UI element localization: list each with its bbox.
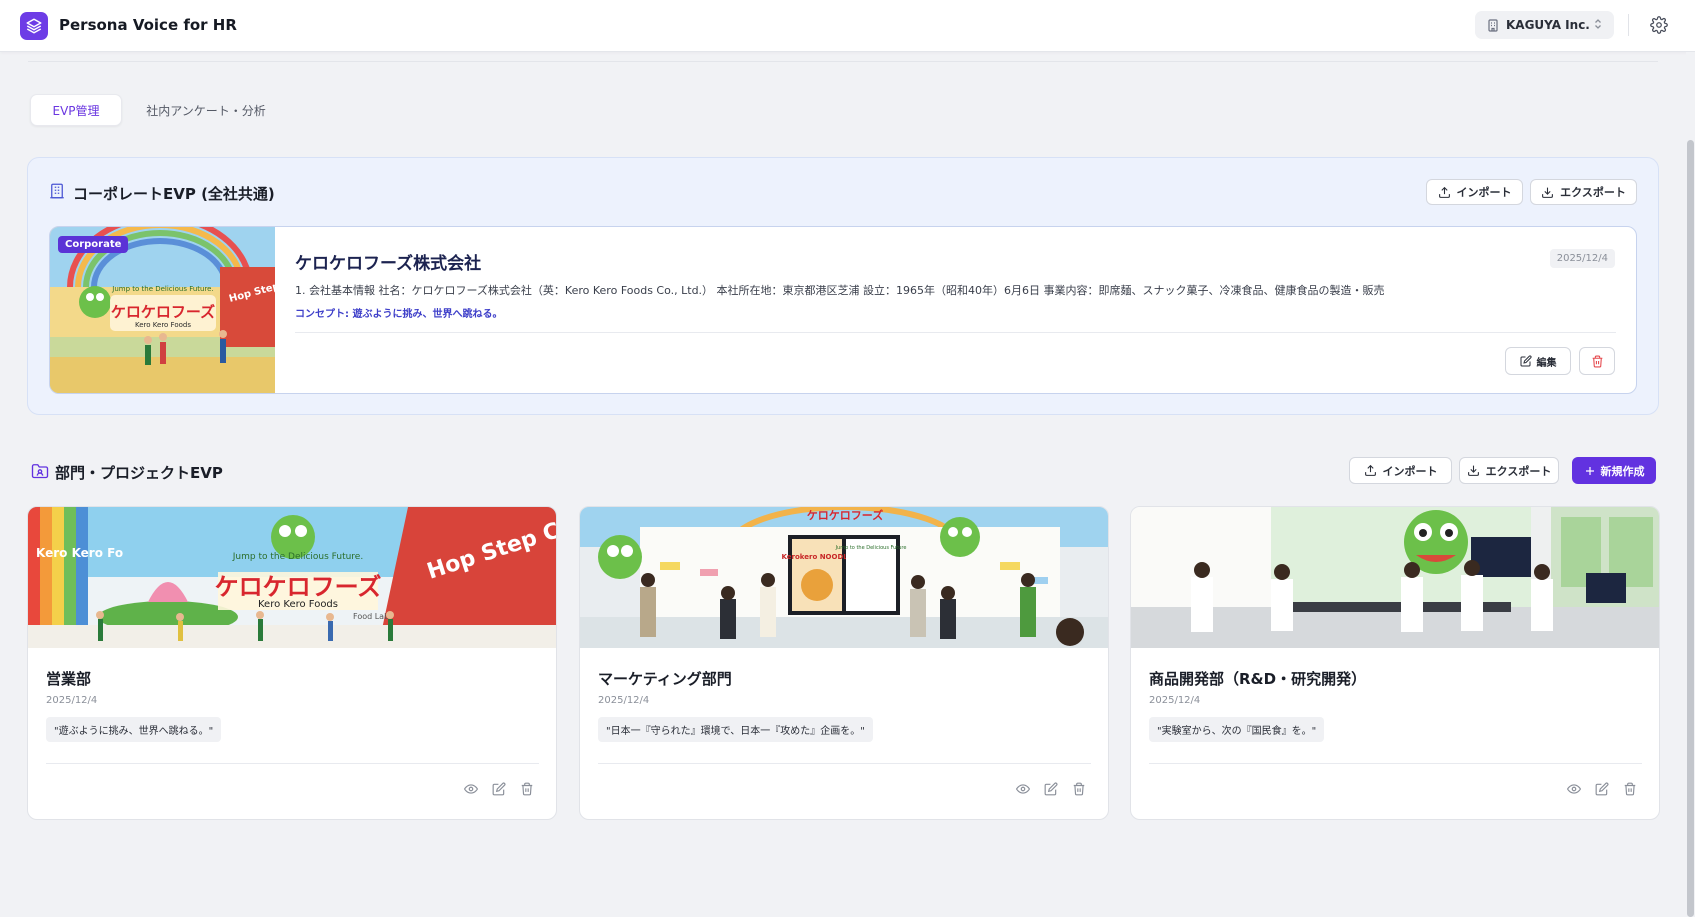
building-icon (1487, 18, 1499, 32)
department-export-label: エクスポート (1485, 464, 1552, 478)
corporate-date-badge: 2025/12/4 (1549, 249, 1615, 268)
department-date: 2025/12/4 (598, 695, 650, 706)
department-quote: "実験室から、次の『国民食』を。" (1149, 717, 1325, 742)
top-bar: Persona Voice for HR KAGUYA Inc. (0, 0, 1695, 52)
corporate-card-divider (295, 332, 1616, 333)
mkt-image-screen2: Jump to the Delicious Future (835, 545, 907, 551)
trash-icon[interactable] (1072, 782, 1086, 796)
download-icon (1467, 464, 1480, 477)
chevron-updown-icon (1594, 18, 1602, 30)
department-card-divider (1149, 763, 1642, 764)
corp-image-sign: ケロケロフーズ (111, 303, 215, 321)
edit-icon[interactable] (492, 782, 506, 796)
sales-image-tagline: Jump to the Delicious Future. (232, 552, 363, 562)
department-quote: "遊ぶように挑み、世界へ跳ねる。" (46, 717, 222, 742)
department-card-sales[interactable]: Kero Kero Fo Jump to the Delicious Futur… (27, 506, 557, 820)
department-export-button[interactable]: エクスポート (1459, 457, 1559, 484)
app-title: Persona Voice for HR (59, 16, 237, 34)
department-actions (464, 782, 534, 796)
building-icon (48, 182, 66, 200)
corporate-import-button[interactable]: インポート (1426, 179, 1523, 205)
corporate-export-label: エクスポート (1560, 186, 1626, 199)
corporate-evp-card[interactable]: Jump to the Delicious Future. ケロケロフーズ Ke… (49, 226, 1637, 394)
sales-image-lab: Food Lab (353, 612, 389, 621)
trash-icon (1591, 355, 1604, 368)
department-date: 2025/12/4 (46, 695, 98, 706)
corporate-delete-button[interactable] (1579, 347, 1615, 375)
upload-icon (1364, 464, 1377, 477)
content-divider (28, 61, 1658, 62)
corporate-badge: Corporate (58, 236, 129, 253)
app-logo-icon[interactable] (20, 12, 48, 40)
sales-image-sign: ケロケロフーズ (215, 573, 382, 601)
department-import-label: インポート (1382, 464, 1438, 478)
company-name: KAGUYA Inc. (1506, 18, 1590, 32)
trash-icon[interactable] (1623, 782, 1637, 796)
corporate-edit-button[interactable]: 編集 (1505, 347, 1571, 375)
department-evp-heading: 部門・プロジェクトEVP (55, 464, 223, 482)
edit-icon (1520, 355, 1532, 367)
scrollbar-thumb[interactable] (1687, 140, 1694, 917)
download-icon (1541, 186, 1554, 199)
department-card-divider (46, 763, 539, 764)
new-department-label: 新規作成 (1600, 464, 1645, 478)
department-actions (1567, 782, 1637, 796)
corporate-concept: コンセプト: 遊ぶように挑み、世界へ跳ねる。 (295, 309, 503, 320)
department-name: 商品開発部（R&D・研究開発） (1149, 670, 1367, 688)
department-date: 2025/12/4 (1149, 695, 1201, 706)
department-name: マーケティング部門 (598, 670, 732, 688)
department-card-rnd[interactable]: 商品開発部（R&D・研究開発） 2025/12/4 "実験室から、次の『国民食』… (1130, 506, 1660, 820)
department-name: 営業部 (46, 670, 92, 688)
department-image-marketing: Kerokero NOODLE Jump to the Delicious Fu… (580, 507, 1108, 648)
new-department-button[interactable]: 新規作成 (1572, 457, 1656, 484)
sales-image-left: Kero Kero Fo (36, 546, 123, 560)
company-selector[interactable]: KAGUYA Inc. (1475, 11, 1614, 39)
department-image-sales: Kero Kero Fo Jump to the Delicious Futur… (28, 507, 556, 648)
corporate-import-label: インポート (1456, 186, 1512, 199)
corporate-export-button[interactable]: エクスポート (1530, 179, 1637, 205)
plus-icon (1584, 465, 1596, 477)
department-card-divider (598, 763, 1091, 764)
corporate-edit-label: 編集 (1536, 357, 1557, 369)
department-card-marketing[interactable]: Kerokero NOODLE Jump to the Delicious Fu… (579, 506, 1109, 820)
department-actions (1016, 782, 1086, 796)
sales-image-sub: Kero Kero Foods (258, 599, 338, 610)
department-image-rnd (1131, 507, 1659, 648)
tab-evp-management[interactable]: EVP管理 (30, 94, 122, 126)
corporate-company-name: ケロケロフーズ株式会社 (295, 254, 482, 274)
mkt-image-screen1: Kerokero NOODLE (781, 553, 852, 561)
department-import-button[interactable]: インポート (1349, 457, 1452, 484)
corporate-description: 1. 会社基本情報 社名：ケロケロフーズ株式会社（英：Kero Kero Foo… (295, 284, 1385, 297)
tab-survey-analysis[interactable]: 社内アンケート・分析 (136, 94, 276, 126)
view-eye-icon[interactable] (1016, 782, 1030, 796)
view-eye-icon[interactable] (1567, 782, 1581, 796)
settings-gear-icon[interactable] (1650, 16, 1668, 34)
view-eye-icon[interactable] (464, 782, 478, 796)
corporate-image: Jump to the Delicious Future. ケロケロフーズ Ke… (50, 227, 275, 393)
edit-icon[interactable] (1595, 782, 1609, 796)
corp-image-sub: Kero Kero Foods (135, 321, 191, 329)
mkt-image-sign: ケロケロフーズ (807, 508, 883, 522)
department-quote: "日本一『守られた』環境で、日本一『攻めた』企画を。" (598, 717, 873, 742)
folder-users-icon (31, 463, 49, 480)
corp-image-tagline: Jump to the Delicious Future. (111, 285, 213, 293)
corporate-evp-heading: コーポレートEVP (全社共通) (73, 185, 275, 203)
trash-icon[interactable] (520, 782, 534, 796)
edit-icon[interactable] (1044, 782, 1058, 796)
upload-icon (1438, 186, 1451, 199)
header-divider (1628, 14, 1629, 36)
